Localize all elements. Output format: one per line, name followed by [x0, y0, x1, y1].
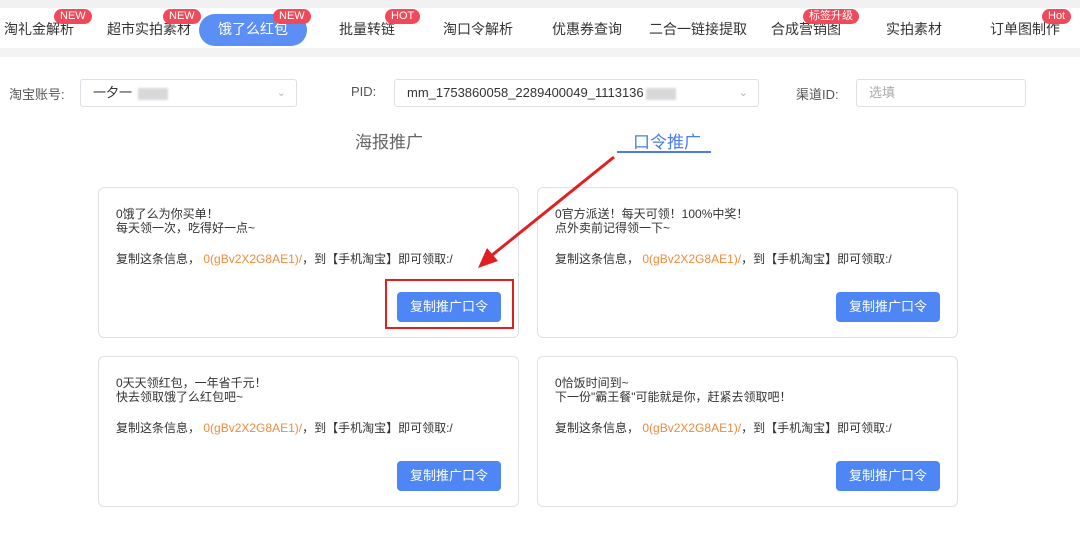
annotation-arrow-icon [478, 155, 615, 268]
